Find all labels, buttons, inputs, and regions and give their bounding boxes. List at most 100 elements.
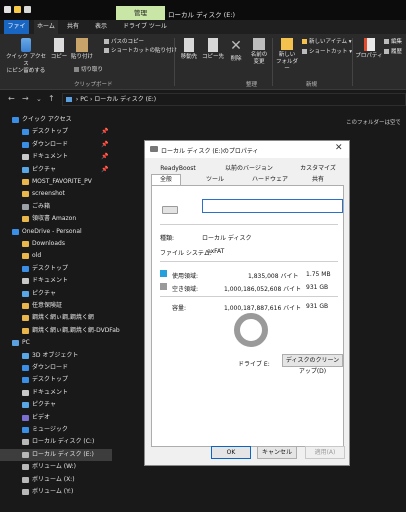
folder-icon[interactable] — [14, 6, 21, 13]
sidebar-item[interactable]: ドキュメント — [0, 387, 112, 399]
tab-drive-tools[interactable]: ドライブ ツール — [120, 20, 170, 34]
sidebar-item[interactable]: ローカル ディスク (C:) — [0, 436, 112, 448]
content-scrollbar[interactable] — [400, 108, 406, 512]
cut-button[interactable]: 切り取り — [74, 66, 103, 74]
tab-view[interactable]: 表示 — [92, 20, 110, 34]
pin-icon — [21, 38, 31, 52]
sidebar-item-label: ピクチャ — [32, 165, 56, 173]
sidebar-item[interactable]: ミュージック — [0, 424, 112, 436]
tab-customize[interactable]: カスタマイズ — [293, 164, 343, 174]
sidebar-item-label: ボリューム (X:) — [32, 475, 75, 483]
sidebar-item-label: デスクトップ — [32, 128, 69, 136]
pin-quick-access-button[interactable]: クイック アクセス にピン留めする — [6, 38, 46, 75]
folder-icon — [22, 315, 29, 322]
sidebar-item[interactable]: デスクトップ 📌 — [0, 126, 112, 138]
sidebar-item[interactable]: ピクチャ 📌 — [0, 164, 112, 176]
disk-cleanup-button[interactable]: ディスクのクリーンアップ(D) — [282, 354, 343, 375]
sidebar-item-label: 鋼焼く網ぃ鋼,鋼焼く網-DVDFab — [32, 326, 120, 334]
back-button[interactable]: ← — [8, 94, 15, 104]
sidebar-item[interactable]: 鋼焼く網ぃ鋼,鋼焼く網-DVDFab — [0, 325, 120, 337]
tab-home[interactable]: ホーム — [34, 20, 58, 34]
sidebar-item[interactable]: ピクチャ — [0, 399, 112, 411]
sidebar-item[interactable]: screenshot — [0, 188, 112, 200]
file-icon[interactable] — [4, 6, 11, 13]
properties-button[interactable]: プロパティ — [354, 38, 384, 60]
manage-tab[interactable]: 管理 — [116, 6, 165, 20]
shortcut-button[interactable]: ショートカット ▾ — [302, 48, 352, 56]
sidebar-item[interactable]: ダウンロード 📌 — [0, 139, 112, 151]
new-folder-button[interactable]: 新しい フォルダー — [274, 38, 300, 73]
free-space-label: 空き領域: — [172, 286, 199, 293]
cancel-button[interactable]: キャンセル — [257, 446, 297, 459]
tab-tools[interactable]: ツール — [195, 175, 235, 185]
navigation-pane[interactable]: クイック アクセスデスクトップ 📌 ダウンロード 📌 ドキュメント 📌 ピクチャ 📌 MOST_… — [0, 108, 120, 512]
sidebar-item-label: ダウンロード — [32, 364, 69, 371]
title-bar: 管理 ローカル ディスク (E:) — [0, 0, 406, 20]
sidebar-item[interactable]: 任意保険証 — [0, 300, 112, 312]
file-system-value: exFAT — [207, 248, 225, 255]
new-item-button[interactable]: 新しいアイテム ▾ — [302, 38, 351, 46]
tab-sharing[interactable]: 共有 — [305, 175, 331, 185]
tab-hardware[interactable]: ハードウェア — [247, 175, 293, 185]
copy-to-button[interactable]: コピー先 — [202, 38, 224, 61]
folder-icon — [12, 228, 19, 235]
apply-button[interactable]: 適用(A) — [305, 446, 345, 459]
sidebar-item[interactable]: 領収書 Amazon — [0, 213, 112, 225]
sidebar-item[interactable]: ドキュメント 📌 — [0, 151, 112, 163]
tab-file[interactable]: ファイル — [4, 20, 29, 44]
sidebar-item[interactable]: 鋼焼く網ぃ鋼,鋼焼く網 — [0, 312, 112, 324]
history-icon — [384, 48, 389, 54]
sidebar-item[interactable]: ボリューム (W:) — [0, 461, 112, 473]
up-button[interactable]: ↑ — [48, 94, 55, 104]
sidebar-item[interactable]: old — [0, 250, 112, 262]
move-to-button[interactable]: 移動先 — [178, 38, 200, 61]
sidebar-item[interactable]: ドキュメント — [0, 275, 112, 287]
sidebar-item[interactable]: デスクトップ — [0, 263, 112, 275]
folder-icon — [22, 216, 29, 223]
tab-share[interactable]: 共有 — [64, 20, 82, 34]
sidebar-item[interactable]: クイック アクセス — [0, 114, 112, 126]
sidebar-item[interactable]: 3D オブジェクト — [0, 350, 112, 362]
sidebar-item[interactable]: ローカル ディスク (E:) — [0, 448, 112, 461]
edit-button[interactable]: 編集 — [384, 38, 402, 46]
sidebar-item[interactable]: ごみ箱 — [0, 201, 112, 213]
folder-icon — [22, 377, 29, 384]
sidebar-item-label: ドキュメント — [32, 153, 69, 161]
sidebar-item-label: クイック アクセス — [22, 116, 72, 123]
tab-previous-versions[interactable]: 以前のバージョン — [215, 164, 283, 174]
sidebar-item[interactable]: PC — [0, 337, 112, 349]
forward-button[interactable]: → — [22, 94, 29, 104]
sidebar-item[interactable]: ビデオ — [0, 412, 112, 424]
copy-button[interactable]: コピー — [50, 38, 68, 61]
tab-readyboost[interactable]: ReadyBoost — [153, 164, 203, 174]
sidebar-item[interactable]: ダウンロード — [0, 362, 112, 374]
recent-locations-button[interactable]: ⌄ — [36, 94, 42, 104]
rename-button[interactable]: 名前の 変更 — [248, 38, 270, 66]
close-button[interactable]: ✕ — [335, 143, 343, 153]
sidebar-item[interactable]: ボリューム (X:) — [0, 474, 112, 486]
sidebar-item[interactable]: OneDrive - Personal — [0, 226, 112, 238]
paste-button[interactable]: 貼り付け — [70, 38, 94, 61]
ok-button[interactable]: OK — [211, 446, 251, 459]
empty-folder-note: このフォルダーは空です。 — [346, 120, 406, 126]
folder-icon — [22, 154, 29, 161]
folder-icon — [22, 402, 29, 409]
sidebar-item-label: ミュージック — [32, 426, 68, 433]
copy-path-button[interactable]: パスのコピー — [104, 38, 144, 46]
paste-shortcut-button[interactable]: ショートカットの貼り付け — [104, 47, 177, 55]
address-field[interactable]: › PC › ローカル ディスク (E:) — [62, 93, 406, 106]
general-tab-panel: 種類: ローカル ディスク ファイル システム: exFAT 使用領域: 1,8… — [151, 185, 344, 447]
history-button[interactable]: 履歴 — [384, 48, 402, 56]
folder-icon — [22, 327, 29, 334]
properties-icon[interactable] — [24, 6, 31, 13]
sidebar-item[interactable]: MOST_FAVORITE_PV — [0, 176, 112, 188]
sidebar-item-label: ビデオ — [32, 413, 51, 421]
sidebar-item[interactable]: ボリューム (Y:) — [0, 486, 112, 498]
sidebar-item[interactable]: デスクトップ — [0, 374, 112, 386]
sidebar-item[interactable]: Downloads — [0, 238, 112, 250]
sidebar-item[interactable]: ピクチャ — [0, 288, 112, 300]
delete-button[interactable]: ✕ 削除 — [226, 38, 246, 63]
volume-label-input[interactable] — [202, 199, 343, 213]
folder-icon — [12, 117, 19, 123]
folder-icon — [12, 340, 19, 347]
